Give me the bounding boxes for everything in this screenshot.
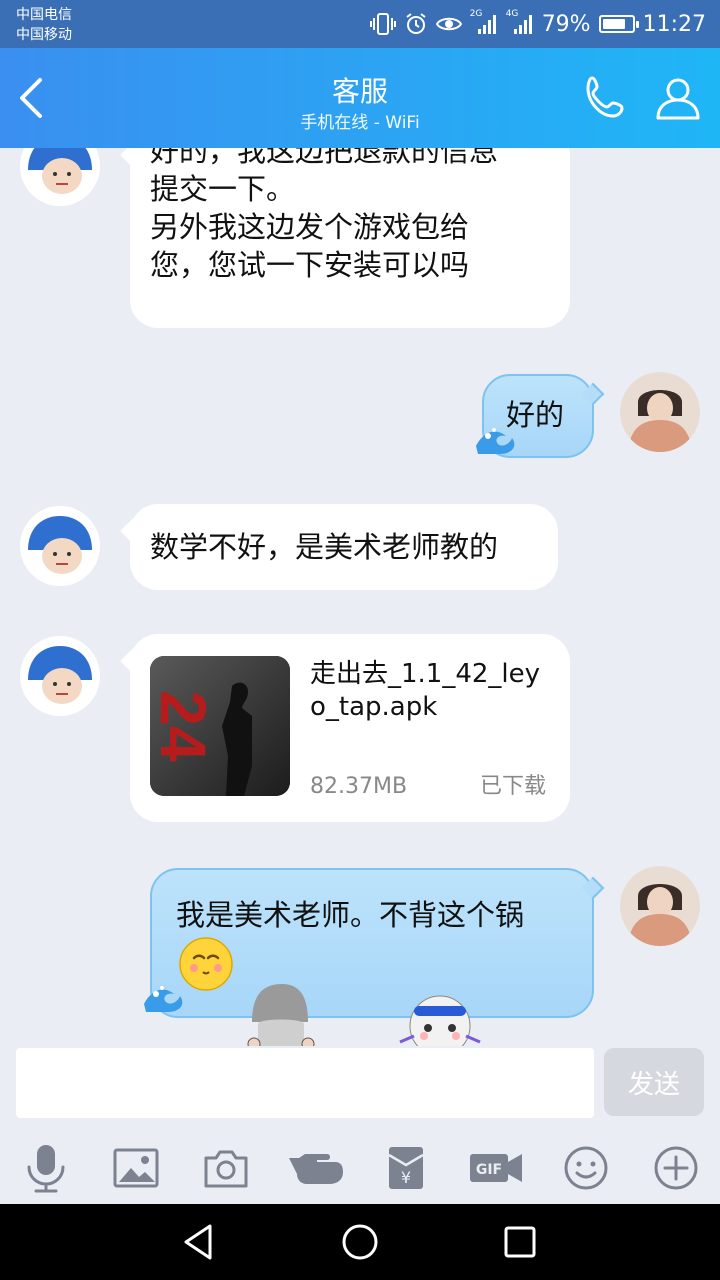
emoji-button[interactable]: [556, 1140, 616, 1196]
message-line: 另外我这边发个游戏包给: [150, 210, 470, 244]
photo-button[interactable]: [106, 1140, 166, 1196]
system-recents-button[interactable]: [500, 1222, 540, 1262]
carrier-1: 中国电信: [16, 7, 72, 23]
chat-header: 客服 手机在线 - WiFi: [0, 48, 720, 148]
customer-service-avatar[interactable]: [20, 148, 100, 206]
camera-icon: [204, 1150, 248, 1188]
bubble-character-right-icon: [399, 995, 481, 1046]
user-photo-icon: [620, 866, 700, 946]
system-navigation-bar: [0, 1204, 720, 1280]
download-status: 已下载: [479, 774, 546, 799]
gif-button[interactable]: GIF: [466, 1140, 526, 1196]
composer: 发送: [0, 1046, 720, 1132]
emoji-icon: [564, 1146, 608, 1190]
vibrate-icon: [369, 12, 396, 36]
status-icons: 2G 4G 79% 11:27: [369, 8, 706, 40]
message-line: 好的，我这边把退款的信息: [150, 148, 499, 168]
carrier-2: 中国移动: [16, 27, 72, 43]
clock: 11:27: [642, 11, 706, 37]
file-size: 82.37MB: [310, 774, 408, 799]
my-avatar[interactable]: [620, 866, 700, 946]
network-2g-label: 2G: [469, 9, 483, 19]
wave-decoration-icon: [476, 428, 515, 454]
message-list[interactable]: 好的，我这边把退款的信息 提交一下。 另外我这边发个游戏包给 您，您试一下安装可…: [0, 148, 720, 1046]
battery-fill: [602, 19, 625, 29]
message-input[interactable]: [16, 1048, 594, 1118]
signal-4g-icon: 4G: [506, 9, 534, 35]
svg-text:¥: ¥: [401, 1168, 411, 1187]
user-photo-icon: [620, 372, 700, 452]
helmet-avatar-icon: [20, 148, 100, 206]
file-name: 走出去_1.1_42_leyo_tap.apk: [310, 659, 541, 722]
bubble-tail: [581, 382, 605, 406]
svg-text:GIF: GIF: [476, 1162, 502, 1178]
circle-home-icon: [342, 1224, 378, 1260]
battery-icon: [598, 15, 639, 33]
call-button[interactable]: [580, 72, 632, 124]
bubble-character-left-icon: [247, 984, 315, 1046]
wave-decoration-icon: [144, 986, 183, 1012]
message-bubble[interactable]: 好的，我这边把退款的信息 提交一下。 另外我这边发个游戏包给 您，您试一下安装可…: [120, 148, 570, 328]
square-recents-icon: [504, 1226, 536, 1258]
system-back-button[interactable]: [180, 1222, 220, 1262]
red-packet-icon: ¥: [388, 1147, 424, 1189]
system-home-button[interactable]: [340, 1222, 380, 1262]
image-icon: [113, 1148, 159, 1188]
message-bubble[interactable]: 数学不好，是美术老师教的: [120, 504, 558, 590]
file-thumbnail: 24: [150, 656, 290, 796]
profile-button[interactable]: [652, 72, 704, 124]
my-avatar[interactable]: [620, 372, 700, 452]
message-line: 提交一下。: [150, 172, 296, 206]
eye-comfort-icon: [435, 14, 462, 34]
network-4g-label: 4G: [505, 9, 519, 19]
message-text: 数学不好，是美术老师教的: [150, 530, 499, 564]
input-toolbar: ¥ GIF: [0, 1132, 720, 1204]
microphone-icon: [27, 1145, 65, 1193]
user-icon: [656, 78, 700, 120]
customer-service-avatar[interactable]: [20, 506, 100, 586]
plus-icon: [654, 1146, 698, 1190]
battery-percent: 79%: [541, 11, 591, 37]
helmet-avatar-icon: [20, 506, 100, 586]
alarm-icon: [404, 12, 428, 36]
my-message-bubble[interactable]: 我是美术老师。不背这个锅: [150, 868, 605, 1018]
more-button[interactable]: [646, 1140, 706, 1196]
bubble-tail: [120, 148, 146, 168]
signal-2g-icon: 2G: [470, 9, 498, 35]
carrier-info: 中国电信 中国移动: [16, 5, 72, 45]
helmet-avatar-icon: [20, 636, 100, 716]
hand-pointer-icon: [289, 1154, 343, 1184]
phone-icon: [586, 76, 624, 118]
status-bar: 中国电信 中国移动 2G 4G 79% 11:27: [0, 0, 720, 48]
triangle-back-icon: [184, 1224, 212, 1260]
voice-button[interactable]: [16, 1140, 76, 1196]
game-cover-number: 24: [150, 690, 219, 762]
red-packet-button[interactable]: ¥: [376, 1140, 436, 1196]
message-text: 我是美术老师。不背这个锅: [176, 898, 525, 932]
camera-button[interactable]: [196, 1140, 256, 1196]
bubble-tail: [120, 648, 146, 674]
send-button[interactable]: 发送: [604, 1048, 704, 1116]
poke-button[interactable]: [286, 1140, 346, 1196]
customer-service-avatar[interactable]: [20, 636, 100, 716]
bubble-tail: [581, 876, 605, 900]
file-message-card[interactable]: 24 走出去_1.1_42_leyo_tap.apk 82.37MB 已下载: [120, 634, 570, 822]
bubble-tail: [120, 518, 146, 544]
gif-icon: GIF: [470, 1154, 522, 1182]
message-line: 您，您试一下安装可以吗: [150, 248, 470, 282]
